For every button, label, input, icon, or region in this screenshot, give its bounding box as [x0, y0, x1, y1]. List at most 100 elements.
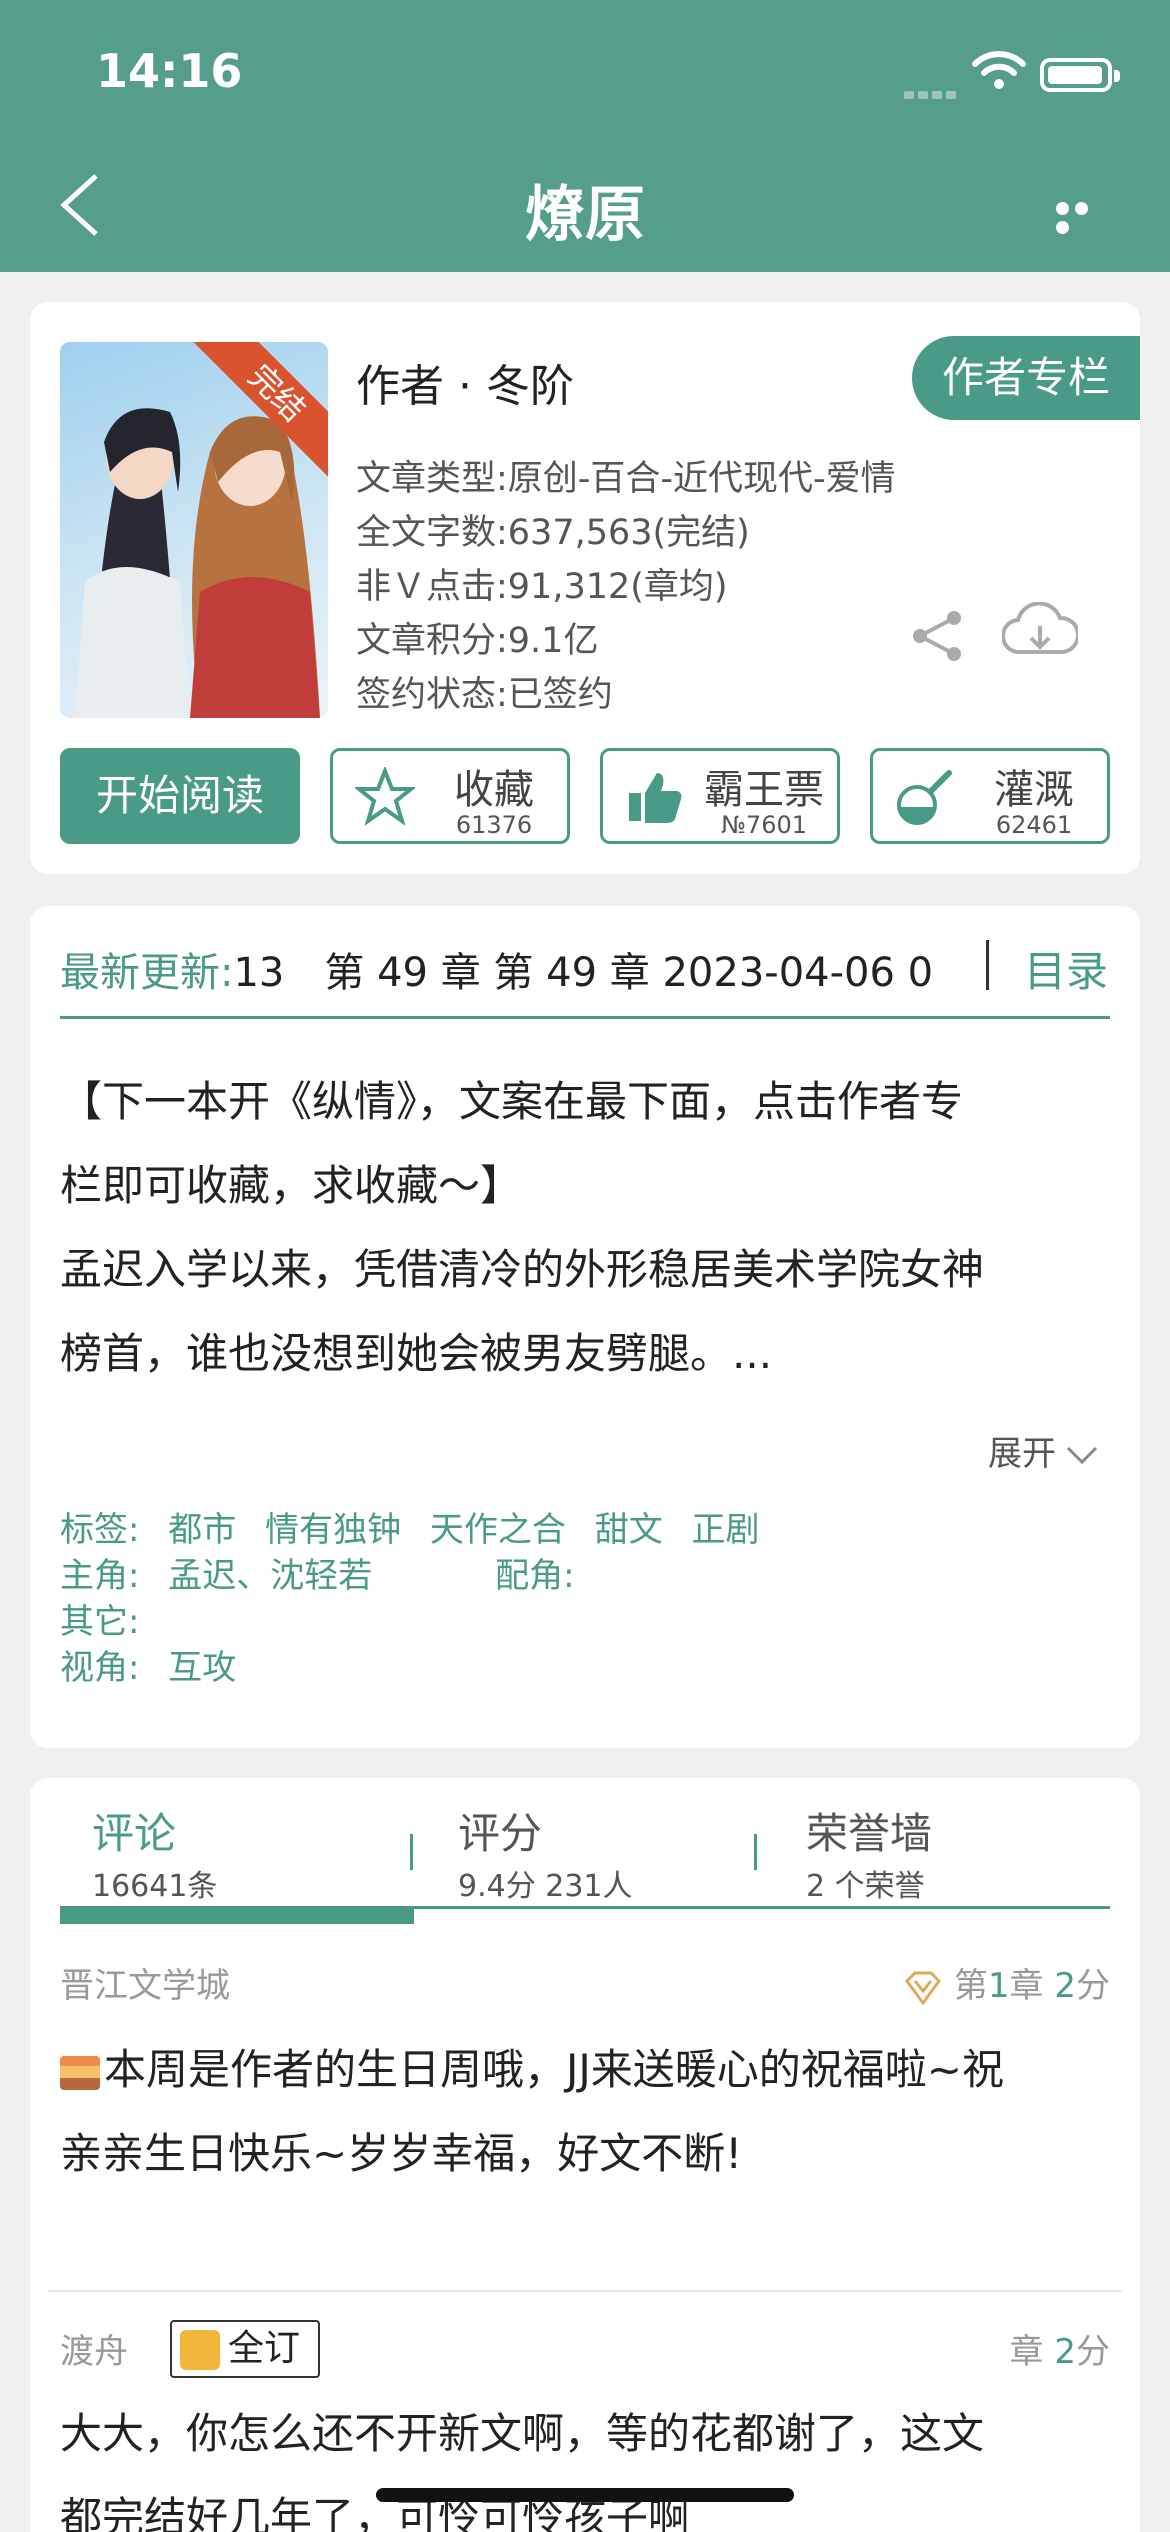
latest-update[interactable]: 最新更新:13 第 49 章 第 49 章 2023-04-06 0 — [60, 940, 940, 998]
tab-ratings[interactable]: 评分 9.4分 231人 — [458, 1800, 633, 1905]
star-icon — [355, 767, 415, 826]
book-cover[interactable]: 完结 — [60, 342, 328, 718]
flask-icon — [897, 770, 952, 825]
thumbs-up-icon — [629, 773, 682, 823]
tab-title: 评分 — [458, 1809, 543, 1858]
home-indicator[interactable] — [376, 2488, 794, 2502]
synopsis-line: 【下一本开《纵情》，文案在最下面，点击作者专 — [60, 1077, 964, 1126]
comment-line: 大大，你怎么还不开新文啊，等的花都谢了，这文 — [60, 2409, 985, 2458]
other-label: 其它: — [60, 1602, 140, 1642]
more-icon[interactable] — [1056, 200, 1110, 234]
comment-chapter-score: 第1章 2分 — [903, 1958, 1110, 2007]
comment-line: 亲亲生日快乐~岁岁幸福，好文不断! — [60, 2129, 743, 2178]
vote-count: №7601 — [720, 811, 808, 839]
active-tab-indicator — [60, 1908, 414, 1924]
tags-row: 标签: 都市 情有独钟 天作之合 甜文 正剧 — [60, 1502, 778, 1551]
collect-button[interactable]: 收藏 61376 — [330, 748, 570, 844]
tag-item[interactable]: 甜文 — [595, 1510, 663, 1550]
comment-line: 都完结好几年了，可怜可怜孩子啊 — [60, 2493, 691, 2532]
expand-label: 展开 — [988, 1434, 1056, 1474]
status-time: 14:16 — [96, 44, 243, 98]
synopsis-line: 孟迟入学以来，凭借清冷的外形稳居美术学院女神 — [60, 1245, 985, 1294]
comment-chapter-score: 章 2分 — [1010, 2324, 1110, 2373]
badge-label: 全订 — [228, 2328, 301, 2369]
subscription-badge: 全订 — [170, 2320, 320, 2378]
nav-header: 14:16 燎原 — [0, 0, 1170, 272]
start-reading-button[interactable]: 开始阅读 — [60, 748, 300, 844]
water-button[interactable]: 灌溉 62461 — [870, 748, 1110, 844]
article-type: 文章类型:原创-百合-近代现代-爱情 — [356, 459, 896, 499]
lead-names[interactable]: 孟迟、沈轻若 — [168, 1556, 372, 1596]
tag-item[interactable]: 都市 — [168, 1510, 236, 1550]
pov-label: 视角: — [60, 1648, 140, 1688]
synopsis-text: 【下一本开《纵情》，文案在最下面，点击作者专 栏即可收藏，求收藏～】 孟迟入学以… — [60, 1060, 1110, 1396]
page-title: 燎原 — [525, 180, 645, 250]
comment-divider — [48, 2290, 1122, 2292]
collect-count: 61376 — [455, 811, 533, 839]
chapter-suffix: 章 — [1009, 2332, 1044, 2372]
divider — [60, 1016, 1110, 1019]
chapter-prefix: 第 — [953, 1966, 988, 2006]
tab-subtitle: 16641条 — [92, 1869, 218, 1904]
vote-button[interactable]: 霸王票 №7601 — [600, 748, 840, 844]
wifi-icon — [972, 51, 1026, 89]
expand-button[interactable]: 展开 — [988, 1426, 1100, 1475]
download-icon[interactable] — [1002, 602, 1078, 666]
author-name[interactable]: 作者 · 冬阶 — [356, 350, 574, 414]
word-count: 全文字数:637,563(完结) — [356, 513, 750, 553]
comment-line: 本周是作者的生日周哦，JJ来送暖心的祝福啦~祝 — [60, 2028, 1120, 2112]
battery-icon — [1040, 58, 1120, 92]
pov-row: 视角: 互攻 — [60, 1640, 254, 1689]
click-count: 非Ｖ点击:91,312(章均) — [356, 567, 728, 607]
badge-icon — [180, 2330, 220, 2370]
table-of-contents-link[interactable]: 目录 — [1024, 938, 1108, 999]
synopsis-line: 榜首，谁也没想到她会被男友劈腿。... — [60, 1329, 773, 1378]
article-score: 文章积分:9.1亿 — [356, 621, 599, 661]
tab-subtitle: 9.4分 231人 — [458, 1869, 633, 1904]
chapter-number: 1 — [987, 1966, 1010, 2006]
comment-user[interactable]: 渡舟 — [60, 2324, 128, 2373]
cellular-signal-icon — [904, 84, 962, 99]
collect-label: 收藏 — [454, 767, 534, 813]
synopsis-line: 栏即可收藏，求收藏～】 — [60, 1161, 523, 1210]
score-unit: 分 — [1076, 1966, 1110, 2006]
synopsis-card: 最新更新:13 第 49 章 第 49 章 2023-04-06 0 目录 【下… — [30, 906, 1140, 1748]
tag-item[interactable]: 正剧 — [692, 1510, 760, 1550]
water-count: 62461 — [995, 811, 1073, 839]
comment-user[interactable]: 晋江文学城 — [60, 1958, 230, 2007]
author-column-button[interactable]: 作者专栏 — [912, 336, 1140, 420]
pov-value: 互攻 — [168, 1648, 237, 1688]
tab-honor-wall[interactable]: 荣誉墙 2 个荣誉 — [806, 1800, 932, 1905]
comments-card: 评论 16641条 评分 9.4分 231人 荣誉墙 2 个荣誉 晋江文学城 第… — [30, 1778, 1140, 2532]
chevron-down-icon — [1066, 1446, 1098, 1464]
share-icon[interactable] — [910, 608, 966, 664]
tab-title: 评论 — [92, 1809, 177, 1858]
tab-divider — [410, 1834, 413, 1870]
latest-update-text: 13 第 49 章 第 49 章 2023-04-06 0 — [233, 950, 934, 996]
score-unit: 分 — [1076, 2332, 1110, 2372]
divider — [986, 940, 989, 990]
tag-item[interactable]: 天作之合 — [430, 1510, 566, 1550]
water-label: 灌溉 — [994, 767, 1074, 813]
other-row: 其它: — [60, 1594, 157, 1643]
support-label: 配角: — [495, 1556, 575, 1596]
comment-text: 大大，你怎么还不开新文啊，等的花都谢了，这文 都完结好几年了，可怜可怜孩子啊 — [60, 2392, 1120, 2532]
sign-status: 签约状态:已签约 — [356, 675, 613, 715]
comment-score: 2 — [1054, 1966, 1076, 2006]
vip-diamond-icon — [905, 1971, 942, 2006]
comment-text: 本周是作者的生日周哦，JJ来送暖心的祝福啦~祝 亲亲生日快乐~岁岁幸福，好文不断… — [60, 2028, 1120, 2196]
tag-item[interactable]: 情有独钟 — [265, 1510, 401, 1550]
comment-line-text: 本周是作者的生日周哦，JJ来送暖心的祝福啦~祝 — [104, 2045, 1004, 2094]
tab-title: 荣誉墙 — [806, 1809, 933, 1858]
latest-update-label: 最新更新: — [60, 950, 234, 996]
tab-divider — [754, 1834, 757, 1870]
lead-row: 主角: 孟迟、沈轻若 配角: — [60, 1548, 593, 1597]
tab-subtitle: 2 个荣誉 — [806, 1869, 925, 1904]
tab-comments[interactable]: 评论 16641条 — [92, 1800, 217, 1905]
comment-score: 2 — [1054, 2332, 1076, 2372]
tags-label: 标签: — [60, 1510, 140, 1550]
book-info-card: 完结 作者 · 冬阶 作者专栏 文章类型:原创-百合-近代现代-爱情 全文字数:… — [30, 302, 1140, 874]
vote-label: 霸王票 — [704, 767, 824, 813]
lead-label: 主角: — [60, 1556, 140, 1596]
chapter-suffix: 章 — [1009, 1966, 1044, 2006]
